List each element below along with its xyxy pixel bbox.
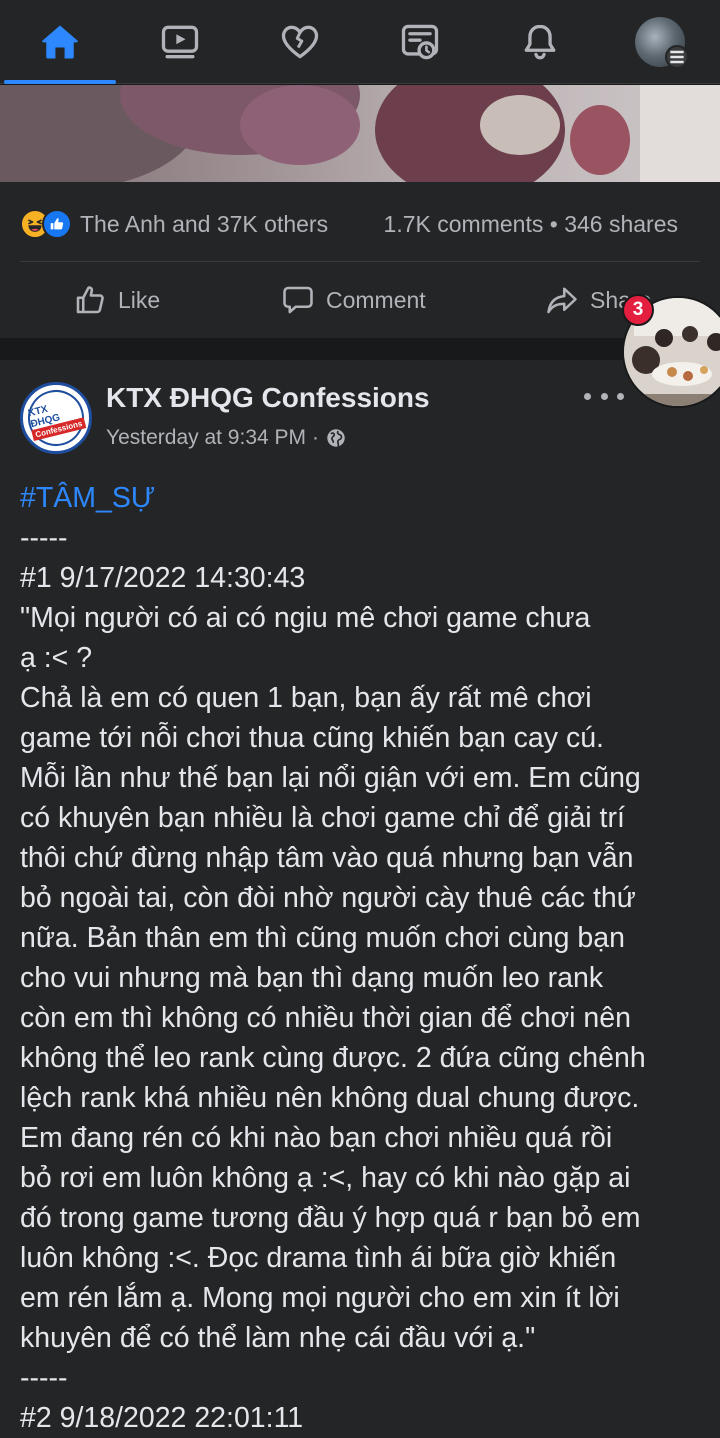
post-text-line: đó trong game tương đầu ý hợp quá r bạn …	[20, 1202, 641, 1234]
reactions-text: The Anh and 37K others	[80, 210, 329, 237]
post-text-line: bỏ rơi em luôn không ạ :<, hay có khi nà…	[20, 1162, 631, 1194]
post-text-line: còn em thì không có nhiều thời gian để c…	[20, 1002, 631, 1034]
post-text-line: em rén lắm ạ. Mong mọi người cho em xin …	[20, 1282, 620, 1314]
share-icon	[547, 287, 577, 314]
post-text-line: Em đang rén có khi nào bạn chơi nhiều qu…	[20, 1122, 613, 1154]
page-logo: KTX ĐHQG Confessions	[23, 385, 89, 451]
tab-watch[interactable]	[120, 0, 240, 84]
feed-separator	[0, 338, 720, 360]
active-tab-indicator	[4, 80, 116, 84]
more-options-icon[interactable]	[584, 388, 624, 404]
tab-menu[interactable]	[600, 0, 720, 84]
page-name[interactable]: KTX ĐHQG Confessions	[106, 382, 430, 414]
post-photo[interactable]	[0, 85, 720, 182]
post-text-line: không thể leo rank cùng được. 2 đứa cũng…	[20, 1042, 646, 1074]
chat-unread-badge: 3	[622, 294, 654, 326]
menu-icon	[665, 45, 689, 69]
profile-avatar	[635, 17, 689, 69]
post-text-line: #1 9/17/2022 14:30:43	[20, 562, 306, 594]
post-text-line: "Mọi người có ai có ngiu mê chơi game ch…	[20, 602, 591, 634]
like-icon	[76, 286, 104, 314]
divider	[20, 261, 700, 262]
video-icon	[161, 25, 199, 59]
post-text-line: lệch rank khá nhiều nên không dual chung…	[20, 1082, 640, 1114]
post-meta: Yesterday at 9:34 PM ·	[106, 426, 347, 450]
feeds-icon	[401, 24, 439, 60]
stats-separator: •	[549, 210, 558, 237]
reaction-summary[interactable]: The Anh and 37K others 1.7K comments • 3…	[20, 204, 700, 244]
post-text-line: cho vui nhưng mà bạn thì dạng muốn leo r…	[20, 962, 604, 994]
like-reaction-icon	[42, 209, 72, 239]
post-text-line: khuyên để có thể làm nhẹ cái đầu với ạ."	[20, 1322, 536, 1354]
post-timestamp[interactable]: Yesterday at 9:34 PM	[106, 426, 306, 450]
comment-button[interactable]: Comment	[280, 280, 426, 320]
post-stats[interactable]: 1.7K comments • 346 shares	[384, 211, 678, 238]
post-text-line: luôn không :<. Đọc drama tình ái bữa giờ…	[20, 1242, 617, 1274]
post-text-line: có khuyên bạn nhiều là chơi game chỉ để …	[20, 802, 625, 834]
post-body-lines: ----- #1 9/17/2022 14:30:43 "Mọi người có …	[20, 518, 710, 1438]
post-text-line: Chả là em có quen 1 bạn, bạn ấy rất mê c…	[20, 682, 592, 714]
post-text: #TÂM_SỰ ----- #1 9/17/2022 14:30:43 "Mọi n…	[20, 478, 710, 1438]
tab-dating[interactable]	[240, 0, 360, 84]
comment-label: Comment	[326, 286, 426, 313]
comment-icon	[283, 286, 313, 314]
like-button[interactable]: Like	[72, 280, 160, 320]
like-label: Like	[118, 286, 161, 313]
meta-separator: ·	[312, 426, 320, 449]
heart-icon	[281, 25, 319, 59]
post-text-line: #2 9/18/2022 22:01:11	[20, 1402, 304, 1434]
tab-home[interactable]	[0, 0, 120, 84]
shares-count[interactable]: 346 shares	[564, 211, 678, 237]
post-footer: The Anh and 37K others 1.7K comments • 3…	[0, 182, 720, 338]
hashtag-link[interactable]: #TÂM_SỰ	[20, 478, 710, 518]
tab-notifications[interactable]	[480, 0, 600, 84]
post-text-line: bỏ ngoài tai, còn đòi nhờ người cày thuê…	[20, 882, 636, 914]
post-text-line: ạ :< ?	[20, 642, 93, 674]
post-text-line: -----	[20, 1362, 68, 1394]
page-avatar[interactable]: KTX ĐHQG Confessions	[20, 382, 92, 454]
home-icon	[42, 25, 78, 59]
post-text-line: -----	[20, 522, 68, 554]
comments-count[interactable]: 1.7K comments	[384, 211, 544, 237]
post-text-line: thôi chứ đừng nhập tâm vào quá nhưng bạn…	[20, 842, 634, 874]
post-card: KTX ĐHQG Confessions KTX ĐHQG Confession…	[0, 360, 720, 1438]
top-nav-bar	[0, 0, 720, 84]
post-text-line: Mỗi lần như thế bạn lại nổi giận với em.…	[20, 762, 641, 794]
globe-icon	[327, 429, 345, 447]
post-text-line: game tới nỗi chơi thua cũng khiến bạn ca…	[20, 722, 604, 754]
tab-feeds[interactable]	[360, 0, 480, 84]
post-text-line: nữa. Bản thân em thì cũng muốn chơi cùng…	[20, 922, 625, 954]
bell-icon	[524, 24, 556, 60]
post-photo-content	[0, 85, 720, 182]
